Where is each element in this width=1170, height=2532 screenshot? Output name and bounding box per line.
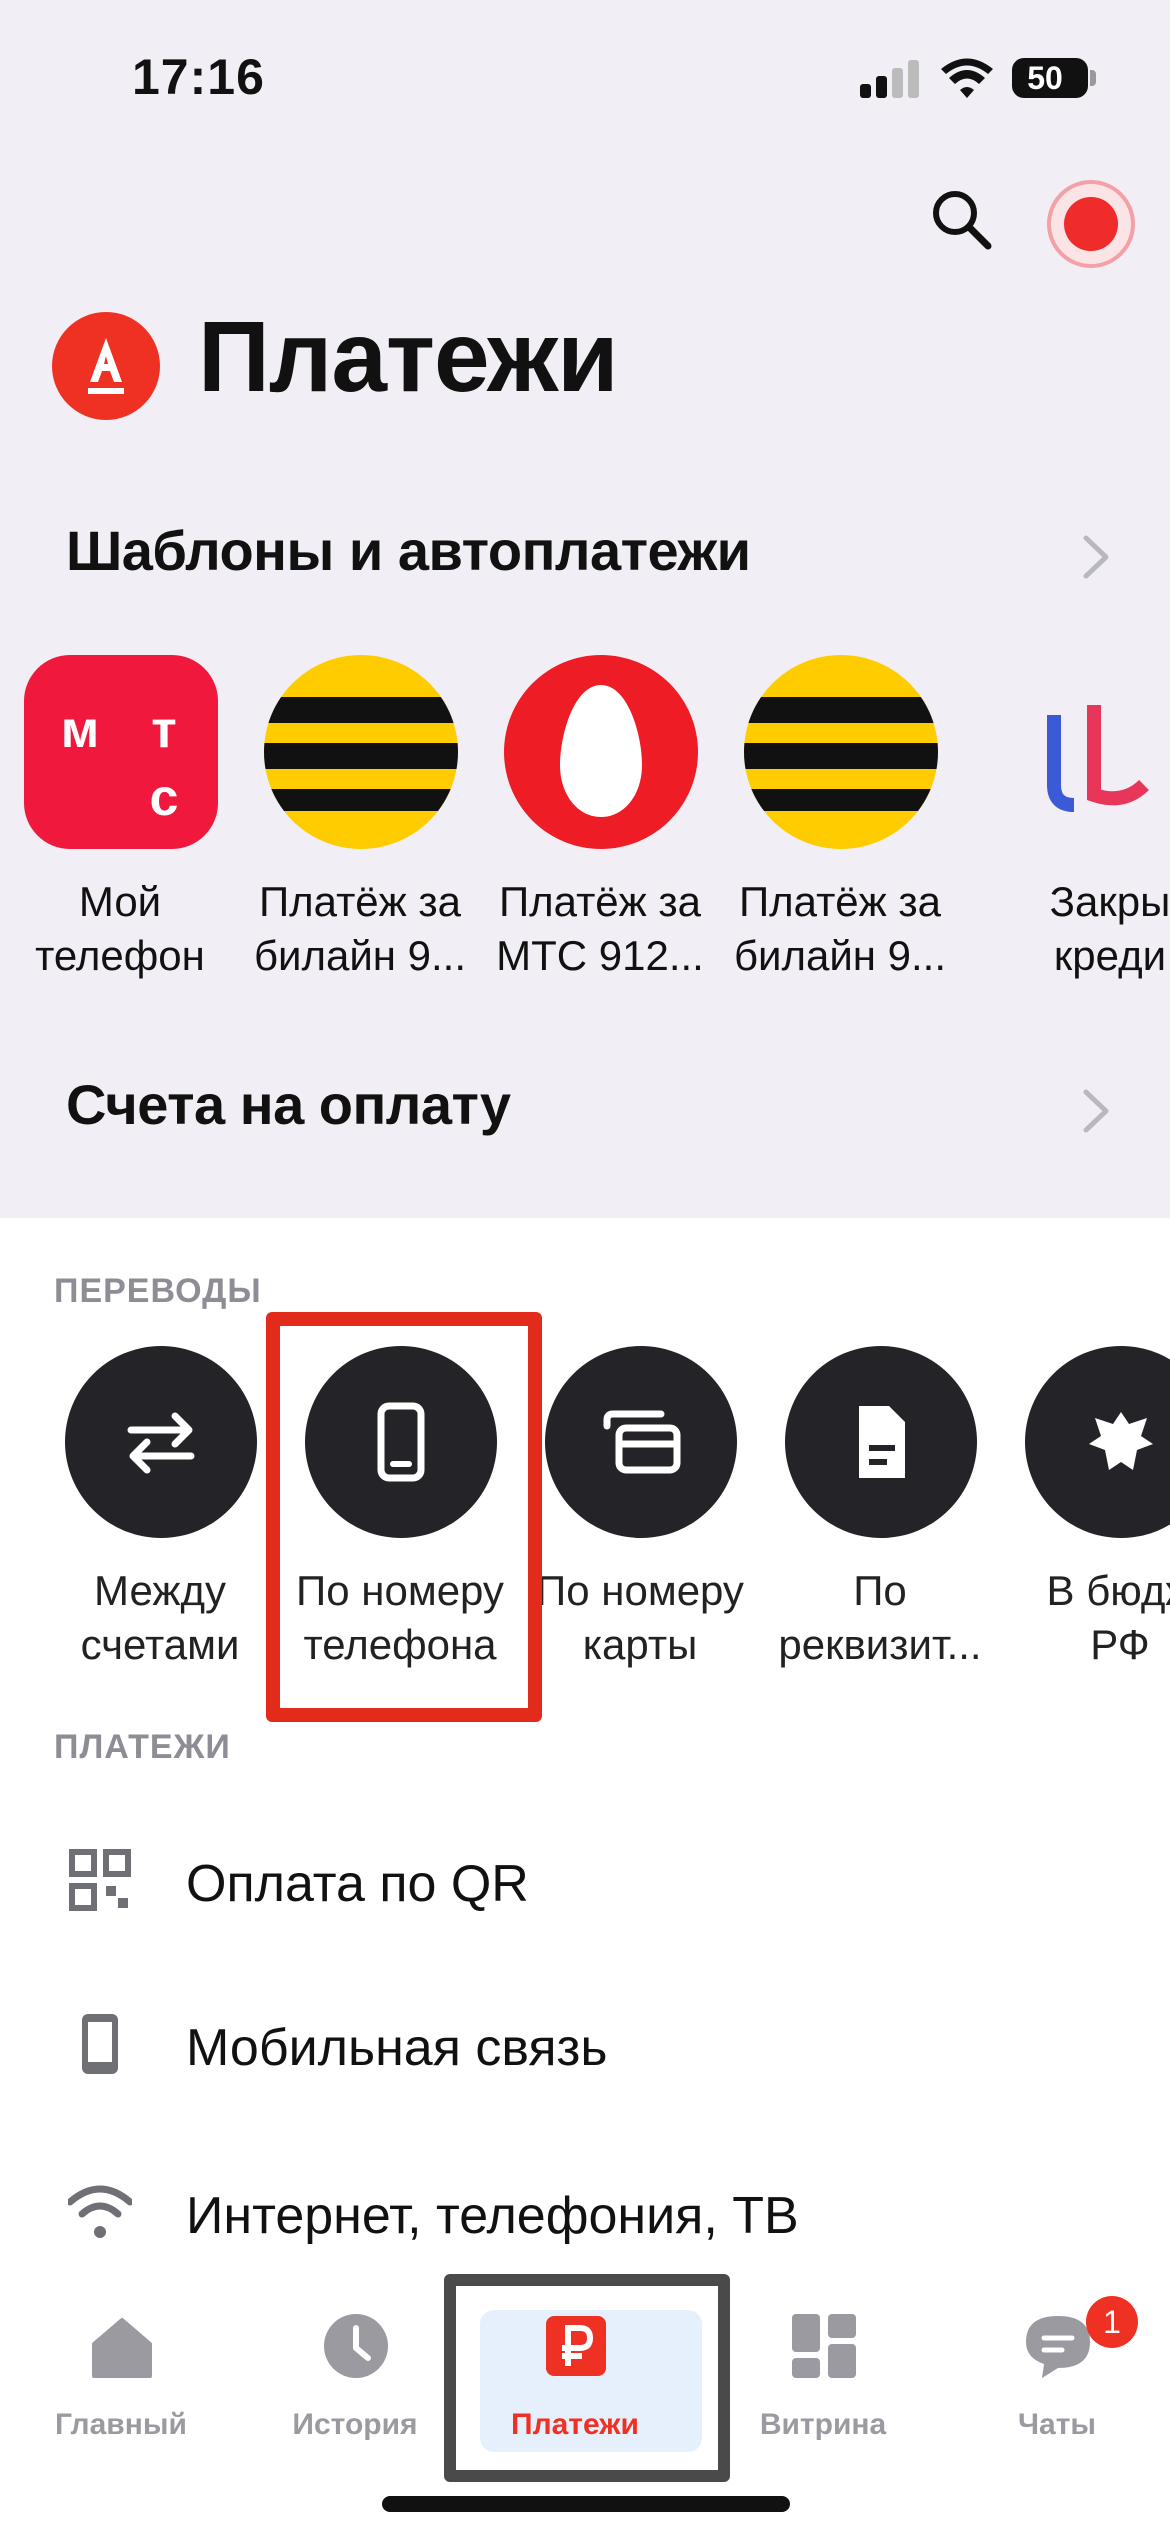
tab-home[interactable]: Главный [6, 2296, 236, 2446]
template-item[interactable]: Платёж за билайн 9... [720, 655, 960, 995]
chevron-right-icon [1083, 1089, 1109, 1133]
templates-section-header[interactable]: Шаблоны и автоплатежи [66, 518, 1116, 598]
battery-level: 50 [1027, 60, 1063, 96]
tab-history[interactable]: История [240, 2296, 470, 2446]
transfer-between-accounts[interactable]: Между счетами [40, 1346, 280, 1676]
transfer-label: Между счетами [80, 1567, 240, 1668]
alfa-bank-logo [52, 312, 160, 420]
clock-icon [324, 2314, 388, 2378]
chats-unread-badge: 1 [1086, 2296, 1138, 2348]
bills-section-header[interactable]: Счета на оплату [66, 1072, 1116, 1152]
chevron-right-icon [1083, 535, 1109, 579]
template-label: Мой телефон [35, 878, 205, 979]
showcase-grid-icon [792, 2314, 856, 2378]
document-icon [859, 1406, 905, 1478]
battery-tip [1090, 70, 1096, 86]
template-item[interactable]: м т с Мой телефон [0, 655, 240, 995]
template-item[interactable]: Платёж за МТС 912... [480, 655, 720, 995]
transfer-by-card[interactable]: По номеру карты [520, 1346, 760, 1676]
tab-label: Главный [55, 2408, 187, 2441]
mts-egg-logo-icon [504, 655, 698, 849]
bills-section-title: Счета на оплату [66, 1073, 511, 1136]
template-label: Платёж за билайн 9... [253, 878, 467, 979]
template-item[interactable]: Платёж за билайн 9... [240, 655, 480, 995]
tab-showcase[interactable]: Витрина [708, 2296, 938, 2446]
tab-label: Витрина [759, 2408, 887, 2441]
tab-label: История [292, 2408, 418, 2441]
status-time: 17:16 [132, 49, 265, 105]
templates-section-title: Шаблоны и автоплатежи [66, 519, 751, 582]
transfer-circle [65, 1346, 257, 1538]
screen-record-button[interactable] [1047, 180, 1135, 268]
arrows-swap-icon [127, 1412, 195, 1474]
templates-list: м т с Мой телефон Платёж за билайн 9... … [0, 655, 1170, 995]
payments-caption: ПЛАТЕЖИ [54, 1728, 231, 1766]
transfers-caption: ПЕРЕВОДЫ [54, 1272, 262, 1310]
beeline-logo-icon [744, 655, 938, 849]
transfer-circle [545, 1346, 737, 1538]
cellular-signal-icon [860, 60, 922, 98]
payment-label: Оплата по QR [186, 1855, 529, 1913]
template-item[interactable]: Закры креди [990, 655, 1170, 995]
home-indicator[interactable] [382, 2496, 790, 2512]
beeline-logo-icon [264, 655, 458, 849]
svg-text:с: с [150, 769, 179, 827]
card-icon [603, 1410, 681, 1474]
svg-text:т: т [151, 701, 176, 759]
wifi-icon [941, 58, 993, 98]
payment-label: Мобильная связь [186, 2019, 608, 2077]
tab-label: Чаты [1017, 2408, 1097, 2441]
template-label: Платёж за МТС 912... [496, 878, 704, 979]
template-label: Закры креди [1049, 878, 1170, 979]
transfer-circle [785, 1346, 977, 1538]
home-icon [92, 2318, 152, 2378]
highlight-box-phone-transfer [266, 1312, 542, 1722]
transfer-label: В бюдж РФ [1046, 1567, 1170, 1668]
transfer-label: По номеру карты [536, 1567, 744, 1668]
mobile-phone-icon [82, 2014, 118, 2074]
template-label: Платёж за билайн 9... [733, 878, 947, 979]
payment-row-internet[interactable]: Интернет, телефония, ТВ [0, 2140, 1170, 2290]
mts-logo-icon: м т с [24, 655, 218, 849]
chat-bubble-icon [1026, 2316, 1090, 2378]
transfer-to-budget[interactable]: В бюдж РФ [1000, 1346, 1170, 1676]
highlight-box-payments-tab [444, 2274, 730, 2482]
wifi-icon [68, 2185, 132, 2238]
transfer-circle [1025, 1346, 1170, 1538]
qr-code-icon [69, 1849, 131, 1911]
eagle-emblem-icon [1089, 1412, 1153, 1470]
payment-label: Интернет, телефония, ТВ [186, 2187, 799, 2245]
status-bar: 17:16 50 [0, 0, 1170, 150]
transfer-by-requisites[interactable]: По реквизит... [760, 1346, 1000, 1676]
transfers-list: Между счетами По номеру телефона По номе… [0, 1346, 1170, 1676]
loan-logo-icon [1047, 705, 1149, 812]
page-title: Платежи [198, 301, 619, 413]
svg-text:м: м [61, 701, 99, 759]
payment-row-qr[interactable]: Оплата по QR [0, 1808, 1170, 1958]
search-icon[interactable] [926, 184, 996, 254]
payment-row-mobile[interactable]: Мобильная связь [0, 1972, 1170, 2122]
transfer-label: По реквизит... [778, 1567, 982, 1668]
